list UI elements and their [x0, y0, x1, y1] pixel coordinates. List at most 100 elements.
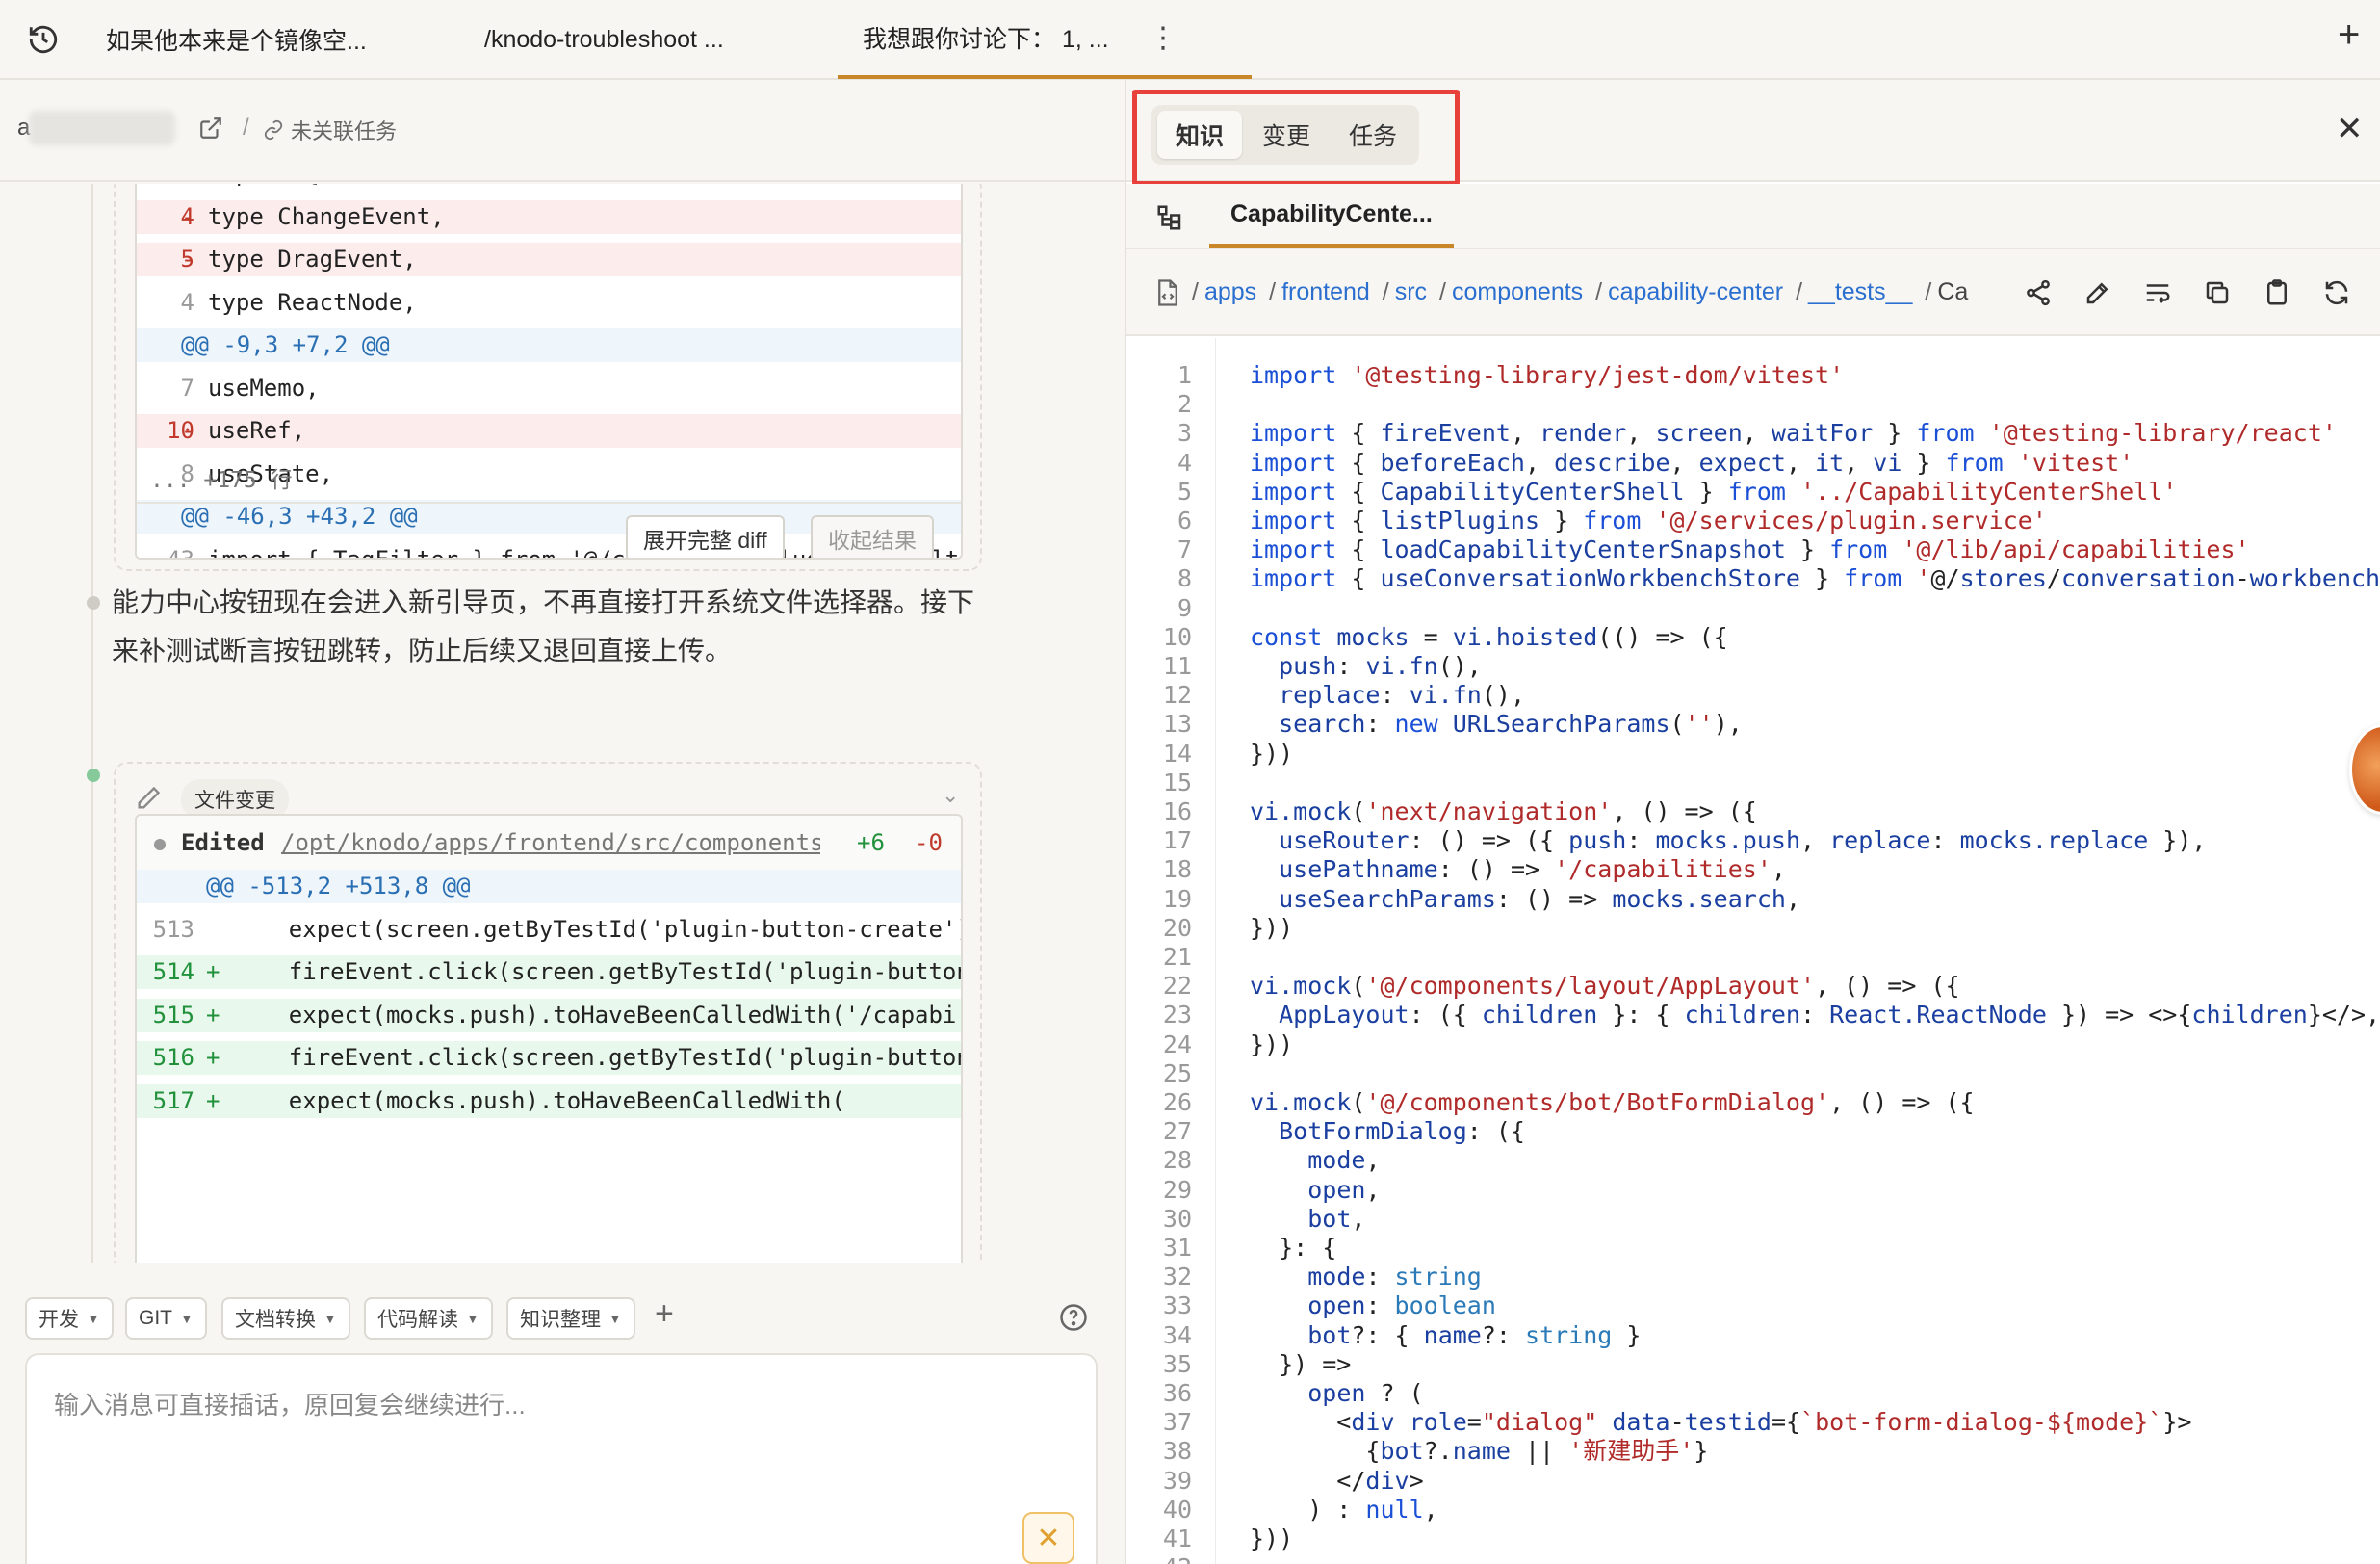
- code-text: open ? (: [1307, 1379, 1424, 1407]
- message-input[interactable]: 输入消息可直接插话，原回复会继续进行... ···: [25, 1353, 1098, 1564]
- diff-line-number: 516: [152, 1044, 194, 1071]
- line-number: 26: [1162, 1088, 1192, 1116]
- code-line: 14})): [1126, 740, 2380, 769]
- line-number: 29: [1162, 1175, 1192, 1204]
- refresh-icon[interactable]: [2322, 278, 2351, 307]
- line-number: 8: [1177, 564, 1192, 593]
- code-line: 12 replace: vi.fn(),: [1126, 681, 2380, 710]
- code-text: })): [1250, 1525, 1294, 1552]
- chip-dev[interactable]: 开发 ▼: [25, 1297, 114, 1340]
- breadcrumb-separator: /: [1925, 278, 1932, 305]
- diff-line: 517 + expect(mocks.push).toHaveBeenCalled…: [137, 1083, 961, 1118]
- chip-doc-convert[interactable]: 文档转换 ▼: [221, 1297, 350, 1340]
- diff-sign: [181, 184, 194, 191]
- diff-sign: [181, 543, 194, 559]
- pencil-icon: [135, 785, 162, 812]
- diff-line: 516 + fireEvent.click(screen.getByTestId(…: [137, 1041, 963, 1075]
- history-icon[interactable]: [27, 23, 60, 56]
- breadcrumb-separator: /: [1595, 278, 1603, 305]
- diff-code: @@ -9,3 +7,2 @@: [181, 331, 390, 358]
- tab-conversation-1[interactable]: 如果他本来是个镜像空...: [106, 0, 367, 79]
- chevron-down-icon: ▼: [466, 1311, 479, 1326]
- chip-code-explain[interactable]: 代码解读 ▼: [364, 1297, 493, 1340]
- edited-file-header: Edited /opt/knodo/apps/frontend/src/comp…: [135, 814, 963, 872]
- code-line: 15: [1126, 769, 2380, 797]
- edited-file-path[interactable]: /opt/knodo/apps/frontend/src/components/…: [281, 829, 820, 856]
- diff-code: expect(mocks.push).toHaveBeenCalledWith(…: [233, 1001, 957, 1029]
- file-tree-icon[interactable]: [1155, 203, 1184, 232]
- clipboard-icon[interactable]: [2263, 278, 2291, 307]
- diff-code: fireEvent.click(screen.getByTestId('plug…: [233, 1044, 963, 1071]
- chip-label: 代码解读: [377, 1309, 458, 1331]
- more-tabs-icon[interactable]: ⋮: [1149, 21, 1178, 55]
- code-line: 35 }) =>: [1126, 1350, 2380, 1379]
- code-text: bot?: { name?: string }: [1307, 1320, 1642, 1349]
- tab-label: 我想跟你讨论下： 1, ...: [863, 26, 1109, 53]
- code-line: 11 push: vi.fn(),: [1126, 652, 2380, 681]
- code-text: })): [1250, 913, 1294, 942]
- diff-hunk-header: @@ -513,2 +513,8 @@: [137, 870, 961, 903]
- code-line: 39 </div>: [1126, 1467, 2380, 1496]
- diff-line: 4- type ChangeEvent,: [137, 199, 961, 234]
- lines-removed: -0: [915, 829, 943, 856]
- breadcrumb-item[interactable]: components: [1452, 278, 1583, 305]
- diff-sign: -: [181, 246, 195, 273]
- code-text: </div>: [1250, 1466, 1424, 1495]
- new-tab-button[interactable]: +: [2338, 15, 2360, 54]
- collapse-result-button[interactable]: 收起结果: [811, 515, 934, 558]
- breadcrumb-item[interactable]: __tests__: [1808, 278, 1912, 305]
- expand-diff-button[interactable]: 展开完整 diff: [626, 515, 785, 558]
- share-icon[interactable]: [2024, 278, 2053, 307]
- code-line: 10 const mocks = vi.hoisted(() => ({: [1126, 623, 2380, 652]
- wrap-lines-icon[interactable]: [2143, 278, 2172, 307]
- top-tab-bar: 如果他本来是个镜像空... /knodo-troubleshoot ... 我想…: [0, 0, 2380, 80]
- code-line: 40 ) : null,: [1126, 1496, 2380, 1525]
- chat-messages[interactable]: 3 import {4-type ChangeEvent, 5-type Drag…: [0, 184, 1125, 1263]
- diff-sign: [206, 913, 220, 947]
- line-number: 36: [1162, 1379, 1192, 1407]
- breadcrumb-item[interactable]: frontend: [1281, 278, 1370, 305]
- panel-header: 知识 变更 任务 ✕: [1126, 80, 2380, 186]
- diff-sign: -: [181, 417, 195, 444]
- unlinked-task-link[interactable]: 未关联任务: [291, 115, 397, 145]
- breadcrumb-item[interactable]: capability-center: [1608, 278, 1783, 305]
- chevron-down-icon[interactable]: ⌄: [942, 783, 959, 808]
- code-line: 22 vi.mock('@/components/layout/AppLayout…: [1126, 972, 2380, 1001]
- add-chip-button[interactable]: +: [655, 1295, 674, 1333]
- help-icon[interactable]: [1059, 1303, 1088, 1332]
- line-number: 39: [1162, 1466, 1192, 1495]
- code-viewer[interactable]: 1 import '@testing-library/jest-dom/vites…: [1126, 338, 2380, 1564]
- chip-git[interactable]: GIT ▼: [125, 1297, 207, 1340]
- code-text: usePathname: () => '/capabilities',: [1279, 855, 1786, 884]
- annotation-highlight-box: [1132, 90, 1460, 186]
- breadcrumb-item[interactable]: src: [1395, 278, 1427, 305]
- code-text: import '@testing-library/jest-dom/vitest…: [1250, 361, 1845, 389]
- code-text: import { useConversationWorkbenchStore }…: [1250, 564, 2380, 593]
- copy-icon[interactable]: [2203, 278, 2232, 307]
- chip-knowledge-organize[interactable]: 知识整理 ▼: [506, 1297, 635, 1340]
- line-number: 27: [1162, 1117, 1192, 1146]
- code-line: 4 import { beforeEach, describe, expect, …: [1126, 449, 2380, 478]
- tab-conversation-2[interactable]: /knodo-troubleshoot ...: [484, 0, 724, 79]
- breadcrumb-item[interactable]: apps: [1204, 278, 1256, 305]
- code-text: useRouter: () => ({ push: mocks.push, re…: [1279, 826, 2207, 855]
- diff-line-number: 515: [152, 1001, 194, 1029]
- chip-label: 开发: [39, 1309, 79, 1331]
- diff-line-number: 514: [152, 958, 194, 985]
- code-text: import { fireEvent, render, screen, wait…: [1250, 419, 2337, 448]
- file-tab-capability-center[interactable]: CapabilityCente...: [1209, 184, 1454, 248]
- code-line: 7 import { loadCapabilityCenterSnapshot }…: [1126, 535, 2380, 564]
- line-number: 7: [1177, 535, 1192, 564]
- edit-icon[interactable]: [2083, 278, 2112, 307]
- stop-button[interactable]: ✕: [1022, 1512, 1074, 1564]
- timeline-line: [91, 184, 93, 1263]
- code-line: 29 open,: [1126, 1176, 2380, 1205]
- tab-conversation-3[interactable]: 我想跟你讨论下： 1, ...: [838, 0, 1252, 79]
- breadcrumb: / apps / frontend / src / components / capabi…: [1186, 278, 2014, 306]
- code-line: 41})): [1126, 1525, 2380, 1553]
- code-line: 24})): [1126, 1030, 2380, 1059]
- close-panel-button[interactable]: ✕: [2336, 113, 2364, 145]
- external-link-icon[interactable]: [198, 116, 223, 141]
- line-number: 14: [1162, 739, 1192, 768]
- code-text: }) =>: [1250, 1349, 1352, 1378]
